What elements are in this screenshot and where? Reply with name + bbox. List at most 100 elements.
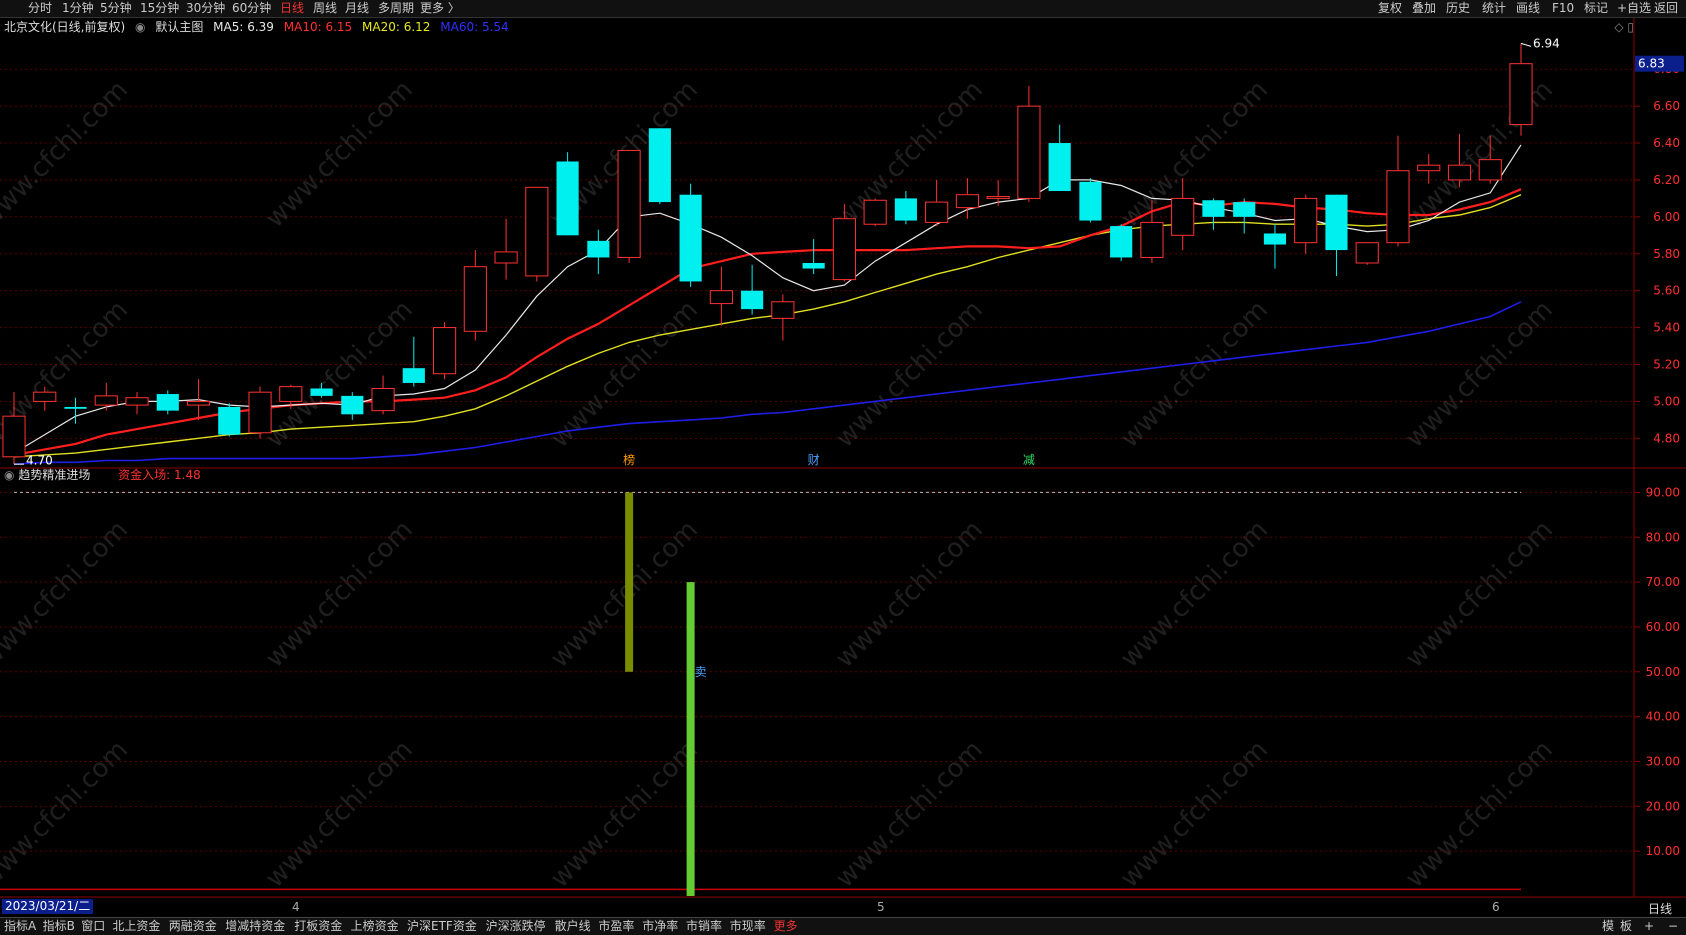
candle-body-up	[1355, 242, 1379, 264]
candle-body-up	[1171, 197, 1195, 236]
bottom-control-0[interactable]: 模	[1602, 919, 1614, 934]
candle-body-up	[279, 386, 303, 402]
ma5-line	[13, 144, 1522, 454]
high-pointer	[1520, 42, 1532, 47]
candle-body-down	[1233, 202, 1256, 217]
watermark-text: www.cfchi.com	[260, 515, 419, 674]
sub-tick-label: 20.00	[1646, 799, 1680, 813]
month-label-4: 4	[292, 900, 300, 914]
indicator-tab-5[interactable]: 增减持资金	[225, 919, 285, 934]
cursor-date: 2023/03/21/二	[2, 899, 94, 914]
candle-body-up	[1447, 164, 1472, 181]
indicator-tab-9[interactable]: 沪深涨跌停	[486, 919, 546, 934]
price-tick-label: 6.40	[1653, 136, 1680, 150]
candle-body-up	[986, 196, 1010, 199]
price-tick-label: 6.60	[1653, 99, 1680, 113]
current-price-label: 6.83	[1638, 57, 1665, 71]
candle-body-up	[863, 199, 887, 225]
candle-body-down	[741, 290, 764, 310]
price-tick-label: 4.80	[1653, 431, 1680, 445]
candle-body-up	[1294, 197, 1318, 244]
candle-body-up	[371, 387, 395, 412]
price-tick-label: 6.00	[1653, 210, 1680, 224]
candle-body-down	[648, 128, 671, 203]
candle-body-up	[186, 400, 211, 406]
indicator-tab-11[interactable]: 市盈率	[598, 919, 634, 934]
indicator-tab-0[interactable]: 指标A	[4, 919, 36, 934]
candle-body-down	[156, 394, 179, 411]
watermark-text: www.cfchi.com	[830, 515, 989, 674]
bottom-indicator-tabs: 指标A 指标B 窗口 北上资金 两融资金 增减持资金 打板资金 上榜资金 沪深ETF资金 沪深涨跌…	[0, 917, 1686, 935]
sub-tick-label: 60.00	[1646, 620, 1680, 634]
marker-bang: 榜	[623, 452, 635, 467]
candle-body-down	[310, 388, 333, 396]
candle-body-down	[1110, 226, 1133, 258]
candle-body-up	[94, 395, 118, 406]
sub-tick-label: 50.00	[1646, 665, 1680, 679]
candle-body-up	[1017, 105, 1041, 199]
watermark-text: www.cfchi.com	[545, 515, 704, 674]
watermark-text: www.cfchi.com	[830, 295, 989, 454]
indicator-tab-3[interactable]: 北上资金	[112, 919, 160, 934]
indicator-tab-7[interactable]: 上榜资金	[351, 919, 399, 934]
sub-bar	[625, 492, 634, 672]
watermark-text: www.cfchi.com	[0, 515, 134, 674]
indicator-tab-4[interactable]: 两融资金	[169, 919, 217, 934]
high-price-label: 6.94	[1533, 36, 1560, 50]
watermark-text: www.cfchi.com	[260, 735, 419, 894]
indicator-tab-13[interactable]: 市销率	[686, 919, 722, 934]
indicator-tab-1[interactable]: 指标B	[43, 919, 75, 934]
indicator-tab-10[interactable]: 散户线	[555, 919, 591, 934]
sub-bar	[686, 582, 695, 896]
candle-body-down	[679, 194, 702, 282]
sub-tick-label: 80.00	[1646, 530, 1680, 544]
kline-chart[interactable]: 6.806.606.406.206.005.805.605.405.205.00…	[0, 0, 1686, 934]
candle-body-up	[955, 194, 979, 209]
watermark-text: www.cfchi.com	[1115, 735, 1274, 894]
period-indicator[interactable]: 日线	[1648, 900, 1672, 917]
candle-body-up	[494, 251, 518, 264]
indicator-tab-8[interactable]: 沪深ETF资金	[407, 919, 477, 934]
low-price-label: 4.70	[26, 453, 53, 467]
month-label-5: 5	[877, 900, 885, 914]
candle-body-up	[771, 301, 795, 319]
indicator-tab-14[interactable]: 市现率	[730, 919, 766, 934]
watermark-text: www.cfchi.com	[0, 75, 134, 234]
price-tick-label: 6.20	[1653, 173, 1680, 187]
candle-body-up	[125, 397, 149, 406]
marker-mai: 卖	[695, 665, 707, 679]
candle-body-up	[525, 186, 549, 277]
candle-body-down	[218, 406, 241, 435]
candle-body-up	[1478, 159, 1502, 181]
candle-body-down	[402, 368, 425, 383]
watermark-text: www.cfchi.com	[545, 735, 704, 894]
sub-tick-label: 90.00	[1646, 485, 1680, 499]
indicator-tab-12[interactable]: 市净率	[642, 919, 678, 934]
ma60-line	[13, 301, 1522, 465]
bottom-control-1[interactable]: 板	[1620, 919, 1632, 934]
candle-body-up	[463, 266, 487, 332]
bottom-control-2[interactable]: +	[1644, 919, 1654, 934]
candle-body-up	[925, 201, 949, 223]
indicator-tab-15[interactable]: 更多	[774, 919, 798, 934]
indicator-tab-6[interactable]: 打板资金	[294, 919, 342, 934]
sub-tick-label: 30.00	[1646, 754, 1680, 768]
candle-body-up	[248, 391, 272, 434]
candle-body-up	[432, 327, 457, 375]
candle-body-down	[1325, 194, 1348, 251]
price-tick-label: 5.40	[1653, 321, 1680, 335]
candle-body-down	[1263, 233, 1287, 245]
bottom-control-3[interactable]: −	[1668, 919, 1678, 934]
candle-body-up	[709, 290, 733, 305]
candle-body-up	[1417, 164, 1441, 172]
indicator-tab-2[interactable]: 窗口	[81, 919, 105, 934]
candle-body-down	[64, 406, 87, 409]
marker-cai: 财	[808, 453, 820, 467]
candle-body-down	[802, 262, 825, 269]
candle-body-down	[341, 395, 364, 415]
sub-tick-label: 70.00	[1646, 575, 1680, 589]
watermark-text: www.cfchi.com	[0, 735, 134, 894]
candle-body-up	[1386, 170, 1410, 244]
date-axis: 2023/03/21/二 4 5 6 日线	[0, 898, 1686, 916]
watermark-text: www.cfchi.com	[1115, 295, 1274, 454]
